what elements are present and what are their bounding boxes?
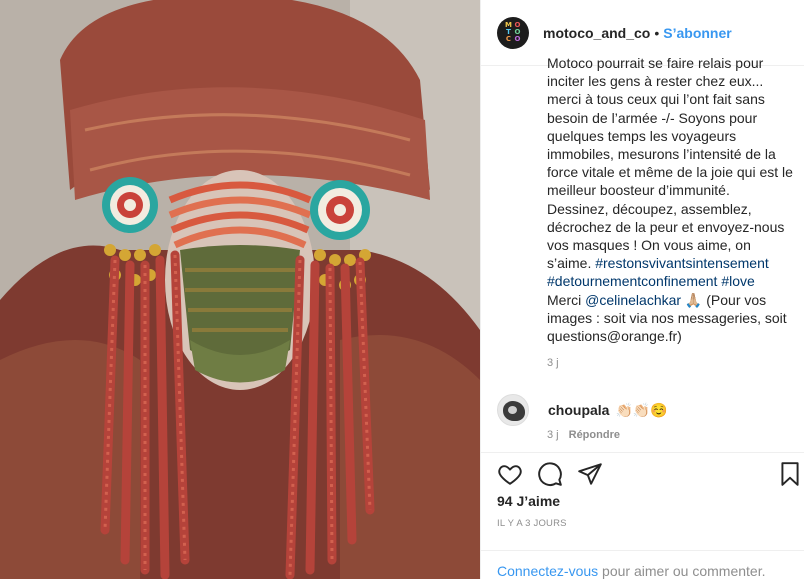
- comment-meta: 3 j Répondre: [547, 429, 620, 441]
- add-comment-bar: Connectez-vous pour aimer ou commenter.: [481, 550, 804, 579]
- hashtag-link[interactable]: #restonsvivantsintensement: [595, 255, 769, 271]
- follow-button[interactable]: S’abonner: [663, 25, 731, 41]
- post-date[interactable]: IL Y A 3 JOURS: [497, 518, 567, 529]
- speech-bubble-icon[interactable]: [537, 461, 563, 487]
- profile-avatar[interactable]: MOTOCO: [497, 16, 529, 49]
- caption-timestamp[interactable]: 3 j: [547, 357, 559, 369]
- login-link[interactable]: Connectez-vous: [497, 563, 598, 579]
- likes-count[interactable]: 94 J’aime: [497, 493, 560, 509]
- username-link[interactable]: motoco_and_co: [543, 25, 650, 41]
- caption-text: Motoco pourrait se faire relais pour inc…: [547, 54, 795, 345]
- comment-timestamp[interactable]: 3 j: [547, 429, 559, 441]
- heart-icon[interactable]: [497, 461, 523, 487]
- comment-item: choupala 👏🏻👏🏻☺️: [497, 394, 668, 426]
- avatar-letter: O: [514, 35, 521, 44]
- bookmark-icon[interactable]: [777, 461, 803, 487]
- commenter-username[interactable]: choupala: [548, 402, 609, 418]
- caption-body: inciter les gens à rester chez eux... me…: [547, 73, 797, 272]
- mention-link[interactable]: @celinelachkar: [585, 292, 681, 308]
- post-image[interactable]: [0, 0, 480, 579]
- paper-plane-icon[interactable]: [577, 461, 603, 487]
- caption-thanks: Merci: [547, 291, 586, 308]
- reply-button[interactable]: Répondre: [569, 429, 620, 441]
- comments-scroll-area[interactable]: Motoco pourrait se faire relais pour inc…: [481, 54, 804, 450]
- avatar-letter: C: [505, 35, 512, 44]
- post-details-panel: MOTOCO motoco_and_co • S’abonner Motoco …: [480, 0, 804, 579]
- caption-cut-line: Motoco pourrait se faire relais pour: [547, 55, 764, 71]
- separator-dot: •: [654, 24, 660, 41]
- action-bar: [481, 452, 804, 492]
- commenter-avatar[interactable]: [497, 394, 529, 426]
- comment-text: 👏🏻👏🏻☺️: [615, 401, 668, 418]
- add-comment-prompt: pour aimer ou commenter.: [598, 563, 766, 579]
- hashtag-link[interactable]: #love: [721, 273, 754, 289]
- hashtag-link[interactable]: #detournementconfinement: [547, 273, 717, 289]
- post-photo: [0, 0, 480, 579]
